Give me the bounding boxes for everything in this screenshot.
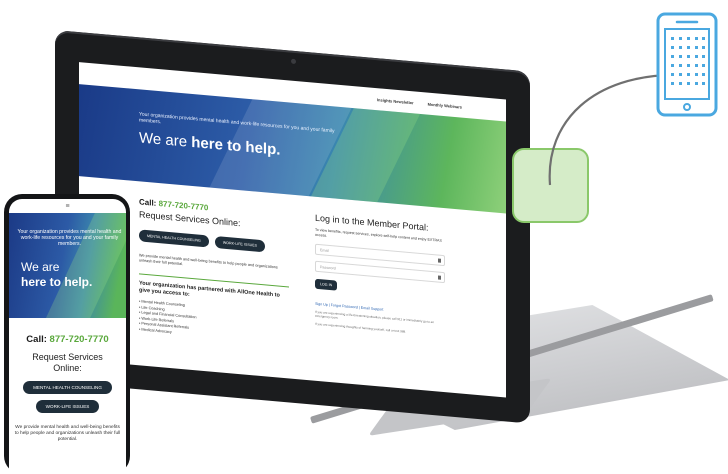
service-buttons: MENTAL HEALTH COUNSELING WORK-LIFE ISSUE… [139, 229, 289, 254]
laptop-login-column: Log in to the Member Portal: To view ben… [315, 213, 445, 360]
password-placeholder: Password [320, 265, 336, 271]
phone-screen: ≡ Your organization provides mental heal… [9, 199, 126, 474]
tablet-icon [656, 12, 718, 117]
field-key-icon [438, 275, 441, 280]
call-number[interactable]: 877-720-7770 [159, 199, 209, 212]
hero-headline-prefix: We are [139, 129, 192, 151]
phone-request-title-line2: Online: [53, 363, 82, 373]
call-label: Call: [139, 197, 159, 209]
laptop-screen: Insights Newsletter Monthly Webinars You… [79, 62, 506, 398]
services-list: Mental Health Counseling Life Coaching L… [139, 299, 289, 346]
phone-hero-headline-line2: here to help. [21, 275, 93, 289]
hamburger-menu-icon[interactable]: ≡ [65, 203, 69, 210]
phone-frame: ≡ Your organization provides mental heal… [4, 194, 130, 474]
phone-content: Call: 877-720-7770 Request Services Onli… [9, 318, 126, 443]
email-placeholder: Email [320, 248, 329, 253]
phone-call-label: Call: [26, 334, 50, 345]
work-life-issues-button[interactable]: WORK-LIFE ISSUES [214, 235, 266, 253]
benefits-paragraph: We provide mental health and well-being … [139, 253, 278, 270]
nav-link-insights[interactable]: Insights Newsletter [377, 97, 414, 105]
mental-health-counseling-button[interactable]: MENTAL HEALTH COUNSELING [139, 229, 209, 248]
phone-mental-health-button[interactable]: MENTAL HEALTH COUNSELING [23, 381, 112, 394]
phone-hero-subtitle: Your organization provides mental health… [17, 229, 122, 248]
phone-call-number[interactable]: 877-720-7770 [50, 334, 109, 345]
field-key-icon [438, 258, 441, 263]
nav-link-webinars[interactable]: Monthly Webinars [428, 101, 462, 109]
phone-work-life-button[interactable]: WORK-LIFE ISSUES [35, 400, 100, 413]
phone-hero-banner: Your organization provides mental health… [9, 213, 126, 318]
laptop-left-column: Call: 877-720-7770 Request Services Onli… [139, 197, 289, 346]
phone-request-title-line1: Request Services [32, 352, 103, 362]
phone-header: ≡ [9, 199, 126, 213]
phone-call-heading: Call: 877-720-7770 [9, 334, 126, 345]
phone-hero-headline-line1: We are [21, 260, 60, 274]
laptop-camera [290, 58, 296, 65]
hero-headline-bold: here to help. [191, 133, 281, 159]
phone-benefits-paragraph: We provide mental health and well-being … [14, 425, 121, 442]
login-button[interactable]: LOG IN [315, 278, 338, 291]
